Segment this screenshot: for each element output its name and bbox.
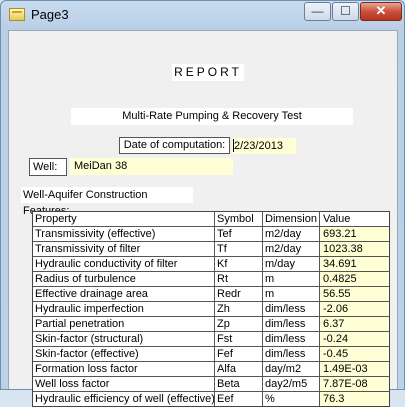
property-cell: Hydraulic efficiency of well (effective) — [35, 392, 215, 406]
value-cell[interactable]: 7.87E-08 — [320, 377, 389, 391]
table-row: Formation loss factor Alfa day/m2 1.49E-… — [33, 362, 389, 377]
dimension-cell: dim/less — [263, 317, 320, 331]
table-row: Skin-factor (structural) Fst dim/less -0… — [33, 332, 389, 347]
report-heading: REPORT — [172, 64, 244, 81]
dimension-cell: dim/less — [263, 347, 320, 361]
header-dimension: Dimension — [263, 212, 320, 226]
text-caret — [233, 139, 234, 152]
property-cell: Transmissivity of filter — [33, 242, 215, 256]
table-row: Partial penetration Zp dim/less 6.37 — [33, 317, 389, 332]
table-row: Transmissivity of filter Tf m2/day 1023.… — [33, 242, 389, 257]
dimension-cell: % — [263, 392, 320, 406]
dimension-cell: day/m2 — [263, 362, 320, 376]
table-row: Hydraulic imperfection Zh dim/less -2.06 — [33, 302, 389, 317]
table-row: Effective drainage area Redr m 56.55 — [33, 287, 389, 302]
table-row: Hydraulic conductivity of filter Kf m/da… — [33, 257, 389, 272]
property-cell: Partial penetration — [33, 317, 215, 331]
window-title: Page3 — [31, 7, 69, 22]
dimension-cell: day2/m5 — [263, 377, 320, 391]
symbol-cell: Fef — [215, 347, 263, 361]
symbol-cell: Beta — [215, 377, 263, 391]
value-cell[interactable]: -2.06 — [320, 302, 389, 316]
value-cell[interactable]: 34.691 — [320, 257, 389, 271]
header-property: Property — [33, 212, 215, 226]
symbol-cell: Tef — [215, 227, 263, 241]
date-label: Date of computation: — [119, 137, 230, 154]
report-window: Page3 — ☐ ✕ REPORT Multi-Rate Pumping & … — [0, 0, 405, 407]
dimension-cell: m2/day — [263, 242, 320, 256]
property-cell: Skin-factor (structural) — [33, 332, 215, 346]
property-cell: Effective drainage area — [33, 287, 215, 301]
report-client-area: REPORT Multi-Rate Pumping & Recovery Tes… — [8, 30, 398, 407]
property-cell: Hydraulic conductivity of filter — [33, 257, 215, 271]
property-cell: Radius of turbulence — [33, 272, 215, 286]
close-button[interactable]: ✕ — [360, 2, 402, 21]
symbol-cell: Alfa — [215, 362, 263, 376]
symbol-cell: Zh — [215, 302, 263, 316]
date-field[interactable]: 2/23/2013 — [232, 138, 296, 154]
dimension-cell: m — [263, 272, 320, 286]
dimension-cell: m/day — [263, 257, 320, 271]
symbol-cell: Kf — [215, 257, 263, 271]
value-cell[interactable]: -0.45 — [320, 347, 389, 361]
symbol-cell: Redr — [215, 287, 263, 301]
value-cell[interactable]: 76.3 — [320, 392, 389, 406]
app-icon — [9, 8, 25, 21]
table-row: Hydraulic efficiency of well (effective)… — [33, 392, 389, 407]
table-row: Radius of turbulence Rt m 0.4825 — [33, 272, 389, 287]
table-header-row: Property Symbol Dimension Value — [33, 212, 389, 227]
property-cell: Formation loss factor — [33, 362, 215, 376]
properties-table: Property Symbol Dimension Value Transmis… — [32, 211, 390, 407]
value-cell[interactable]: -0.24 — [320, 332, 389, 346]
value-cell[interactable]: 1.49E-03 — [320, 362, 389, 376]
property-cell: Well loss factor — [33, 377, 215, 391]
value-cell[interactable]: 6.37 — [320, 317, 389, 331]
symbol-cell: Tf — [215, 242, 263, 256]
value-cell[interactable]: 693.21 — [320, 227, 389, 241]
symbol-cell: Zp — [215, 317, 263, 331]
minimize-button[interactable]: — — [304, 2, 331, 21]
test-title: Multi-Rate Pumping & Recovery Test — [71, 108, 353, 125]
property-cell: Transmissivity (effective) — [33, 227, 215, 241]
dimension-cell: dim/less — [263, 332, 320, 346]
dimension-cell: dim/less — [263, 302, 320, 316]
value-cell[interactable]: 0.4825 — [320, 272, 389, 286]
value-cell[interactable]: 56.55 — [320, 287, 389, 301]
title-bar[interactable]: Page3 — ☐ ✕ — [1, 1, 404, 29]
symbol-cell: Rt — [215, 272, 263, 286]
section-label: Well-Aquifer Construction Features: — [21, 187, 193, 217]
dimension-cell: m — [263, 287, 320, 301]
maximize-button[interactable]: ☐ — [332, 2, 359, 21]
symbol-cell: Eef — [215, 392, 263, 406]
property-cell: Skin-factor (effective) — [33, 347, 215, 361]
table-row: Skin-factor (effective) Fef dim/less -0.… — [33, 347, 389, 362]
well-label: Well: — [29, 158, 67, 176]
dimension-cell: m2/day — [263, 227, 320, 241]
value-cell[interactable]: 1023.38 — [320, 242, 389, 256]
symbol-cell: Fst — [215, 332, 263, 346]
property-cell: Hydraulic imperfection — [33, 302, 215, 316]
header-symbol: Symbol — [215, 212, 263, 226]
table-row: Transmissivity (effective) Tef m2/day 69… — [33, 227, 389, 242]
header-value: Value — [320, 212, 389, 226]
well-field[interactable]: MeiDan 38 — [70, 158, 233, 175]
